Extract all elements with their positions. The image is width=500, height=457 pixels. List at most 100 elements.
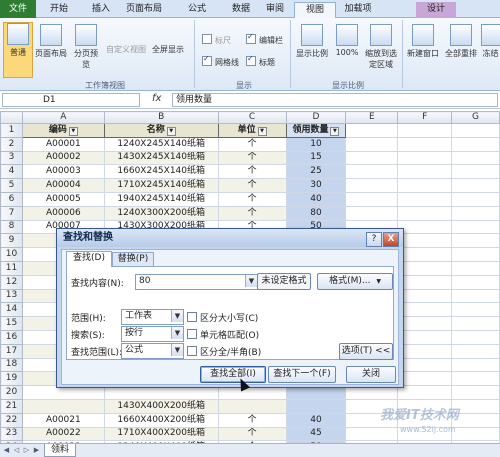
cell[interactable] <box>345 191 399 207</box>
cell[interactable]: A00002 <box>21 150 105 166</box>
last-sheet-icon[interactable]: ▶ <box>32 446 41 455</box>
sheet-tab[interactable]: 领料 <box>44 444 76 457</box>
cell[interactable]: 1660X400X200纸箱 <box>103 412 219 428</box>
cell[interactable] <box>345 123 399 138</box>
cell[interactable]: A00003 <box>21 164 105 180</box>
cell[interactable]: 个 <box>217 426 287 442</box>
cell[interactable] <box>397 385 453 400</box>
cell[interactable]: 个 <box>217 412 287 428</box>
cell[interactable]: 个 <box>217 191 287 207</box>
chevron-down-icon[interactable]: ▼ <box>171 327 183 339</box>
row-header[interactable]: 8 <box>0 219 23 235</box>
tab-design[interactable]: 设计 <box>416 2 456 18</box>
cell[interactable] <box>397 260 453 276</box>
row-header[interactable]: 11 <box>0 260 23 276</box>
chevron-down-icon[interactable]: ▼ <box>245 275 257 287</box>
filter-dropdown-icon[interactable]: ▼ <box>68 126 78 136</box>
cell[interactable] <box>451 329 500 345</box>
close-button[interactable]: 关闭 <box>346 366 396 383</box>
column-header[interactable]: C <box>217 111 287 124</box>
cell[interactable] <box>451 136 500 152</box>
row-header[interactable]: 13 <box>0 288 23 304</box>
cell[interactable] <box>397 288 453 304</box>
insert-function-icon[interactable]: fx <box>152 93 161 104</box>
headings-checkbox[interactable]: 标题 <box>246 54 275 68</box>
row-header[interactable]: 18 <box>0 357 23 373</box>
match-cell-checkbox[interactable]: 单元格匹配(O) <box>187 328 259 341</box>
cell[interactable]: 1240X245X140纸箱 <box>103 136 219 152</box>
cell[interactable] <box>397 316 453 331</box>
tab-page-layout[interactable]: 页面布局 <box>124 2 164 18</box>
cell[interactable]: 45 <box>285 426 347 442</box>
cell[interactable] <box>345 205 399 221</box>
tab-insert[interactable]: 插入 <box>80 2 122 18</box>
cell[interactable] <box>451 288 500 304</box>
row-header[interactable]: 22 <box>0 412 23 428</box>
row-header[interactable]: 19 <box>0 371 23 387</box>
cell[interactable] <box>451 343 500 359</box>
tab-find[interactable]: 查找(D) <box>66 251 112 267</box>
zoom-100-button[interactable]: 100% <box>334 24 360 57</box>
cell[interactable] <box>451 302 500 318</box>
zoom-to-selection-button[interactable]: 缩放到选定区域 <box>362 24 400 70</box>
cell[interactable] <box>345 136 399 152</box>
row-header[interactable]: 6 <box>0 191 23 207</box>
row-header[interactable]: 15 <box>0 316 23 331</box>
new-window-button[interactable]: 新建窗口 <box>406 24 440 59</box>
cell[interactable] <box>397 150 453 166</box>
cell[interactable] <box>451 191 500 207</box>
column-header[interactable]: F <box>397 111 453 124</box>
freeze-panes-button[interactable]: 冻结 <box>481 24 500 59</box>
cell[interactable]: 个 <box>217 205 287 221</box>
cell[interactable] <box>451 123 500 138</box>
select-all-corner[interactable] <box>0 111 23 124</box>
cell[interactable]: A00004 <box>21 178 105 193</box>
within-select[interactable]: 工作表 ▼ <box>121 309 184 325</box>
cell[interactable] <box>451 371 500 387</box>
cell[interactable]: 1710X400X200纸箱 <box>103 426 219 442</box>
cell[interactable]: 30 <box>285 178 347 193</box>
row-header[interactable]: 12 <box>0 274 23 290</box>
row-header[interactable]: 10 <box>0 247 23 262</box>
cell[interactable]: 个 <box>217 178 287 193</box>
page-break-preview-button[interactable]: 分页预览 <box>72 24 100 70</box>
first-sheet-icon[interactable]: ◀ <box>2 446 11 455</box>
cell[interactable] <box>397 329 453 345</box>
filter-dropdown-icon[interactable]: ▼ <box>257 126 267 136</box>
cell[interactable] <box>451 274 500 290</box>
header-cell[interactable]: 单位 ▼ <box>217 123 287 138</box>
tab-view[interactable]: 视图 <box>294 2 336 19</box>
chevron-down-icon[interactable]: ▼ <box>171 310 183 322</box>
cell[interactable] <box>397 343 453 359</box>
cell[interactable] <box>451 247 500 262</box>
tab-review[interactable]: 审阅 <box>258 2 292 18</box>
cell[interactable]: 1430X400X200纸箱 <box>103 398 219 414</box>
cell[interactable] <box>217 398 287 414</box>
cell[interactable] <box>397 191 453 207</box>
row-header[interactable]: 9 <box>0 233 23 249</box>
filter-dropdown-icon[interactable]: ▼ <box>330 126 340 136</box>
cell[interactable] <box>397 247 453 262</box>
normal-view-button[interactable]: 普通 <box>3 22 33 78</box>
cell[interactable] <box>397 233 453 249</box>
find-all-button[interactable]: 查找全部(I) <box>200 366 266 383</box>
tab-addins[interactable]: 加载项 <box>338 2 378 18</box>
options-button[interactable]: 选项(T) << <box>339 343 393 360</box>
column-header[interactable]: D <box>285 111 347 124</box>
cell[interactable]: 个 <box>217 136 287 152</box>
column-header[interactable]: G <box>451 111 500 124</box>
formula-input[interactable]: 领用数量 <box>172 93 498 107</box>
next-sheet-icon[interactable]: ▷ <box>22 446 31 455</box>
cell[interactable]: A00022 <box>21 426 105 442</box>
filter-dropdown-icon[interactable]: ▼ <box>166 126 176 136</box>
cell[interactable] <box>451 385 500 400</box>
cell[interactable]: 40 <box>285 191 347 207</box>
cell[interactable]: 个 <box>217 164 287 180</box>
cell[interactable] <box>451 219 500 235</box>
search-order-select[interactable]: 按行 ▼ <box>121 326 184 342</box>
cell[interactable] <box>451 150 500 166</box>
row-header[interactable]: 20 <box>0 385 23 400</box>
cell[interactable]: 15 <box>285 150 347 166</box>
row-header[interactable]: 14 <box>0 302 23 318</box>
name-box[interactable]: D1 <box>2 93 140 107</box>
